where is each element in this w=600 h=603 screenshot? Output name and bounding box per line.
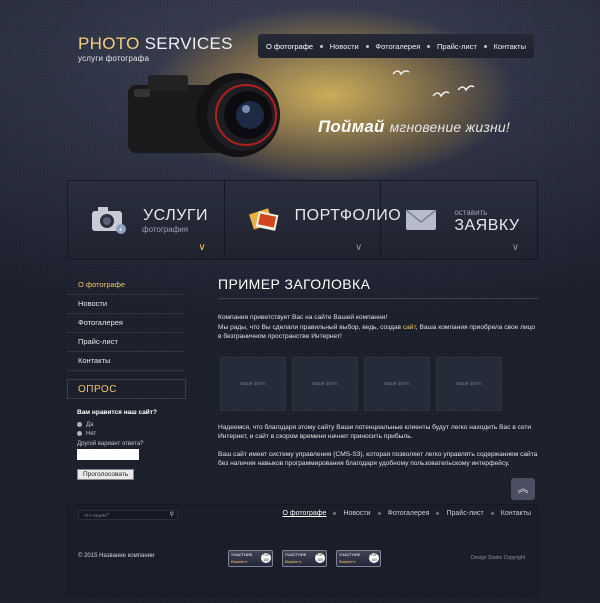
sidebar-item-about[interactable]: О фотографе xyxy=(67,276,185,295)
footer-item-news[interactable]: Новости xyxy=(343,510,370,517)
service-subtitle: фотография xyxy=(142,225,189,234)
copyright-text: © 2015 Название компании xyxy=(78,553,155,559)
search-input[interactable] xyxy=(79,511,166,521)
nav-separator xyxy=(427,44,431,48)
search-icon[interactable]: ⚲ xyxy=(170,511,174,518)
chevron-down-icon: ∨ xyxy=(511,242,520,253)
title-divider xyxy=(218,298,538,299)
chevron-up-icon: ︽ xyxy=(517,483,529,495)
design-studio-credit[interactable]: Design Studio Copyright xyxy=(471,555,525,561)
service-block-request[interactable]: оставить ЗАЯВКУ ∨ xyxy=(381,181,537,259)
site-logo[interactable]: PHOTO SERVICES услуги фотографа xyxy=(78,34,233,63)
logo-title: PHOTO SERVICES xyxy=(78,34,233,53)
poll-option-no[interactable]: Нет xyxy=(77,429,186,438)
service-title: ЗАЯВКУ xyxy=(454,217,520,234)
service-block-portfolio[interactable]: ПОРТФОЛИО ∨ xyxy=(225,181,401,259)
body-paragraph: Надеемся, что благодаря этому сайту Ваши… xyxy=(218,423,532,441)
intro-paragraph: Компания приветствует Вас на сайте Вашей… xyxy=(218,314,536,340)
footer-item-prices[interactable]: Прайс-лист xyxy=(446,510,483,517)
services-bar: + УСЛУГИ фотография ∨ ПОРТФОЛИО ∨ остави… xyxy=(67,180,538,260)
nav-separator xyxy=(333,512,337,515)
footer-item-contacts[interactable]: Контакты xyxy=(501,510,531,517)
poll-other-label: Другой вариант ответа? xyxy=(77,441,144,447)
poll-widget: ОПРОС Вам нравится наш сайт? Да Нет Друг… xyxy=(67,379,186,487)
counter-badge[interactable]: УЧАСТНИК Baabler's TOP 100 xyxy=(228,550,273,567)
footer-item-about[interactable]: О фотографе xyxy=(283,510,327,517)
photo-thumbnail[interactable]: ваше фото xyxy=(436,356,502,411)
camera-illustration xyxy=(128,73,280,157)
topnav-item-about[interactable]: О фотографе xyxy=(266,42,313,51)
poll-option-yes[interactable]: Да xyxy=(77,420,186,429)
service-pre: оставить xyxy=(454,208,488,217)
photo-thumbnails: ваше фото ваше фото ваше фото ваше фото xyxy=(220,356,538,411)
photos-icon xyxy=(248,208,279,231)
poll-other-input[interactable] xyxy=(77,449,139,460)
scroll-to-top-button[interactable]: ︽ xyxy=(511,478,535,500)
birds-illustration xyxy=(392,70,475,98)
page-title: ПРИМЕР ЗАГОЛОВКА xyxy=(218,276,371,292)
sidebar-item-prices[interactable]: Прайс-лист xyxy=(67,333,185,352)
nav-separator xyxy=(436,512,440,515)
sidebar-item-gallery[interactable]: Фотогалерея xyxy=(67,314,185,333)
logo-subtitle: услуги фотографа xyxy=(78,54,150,63)
poll-question: Вам нравится наш сайт? xyxy=(77,409,157,416)
counter-badges: УЧАСТНИК Baabler's TOP 100 УЧАСТНИК Baabler… xyxy=(228,550,381,567)
photo-thumbnail[interactable]: ваше фото xyxy=(364,356,430,411)
sidebar-item-contacts[interactable]: Контакты xyxy=(67,352,185,371)
service-block-services[interactable]: + УСЛУГИ фотография ∨ xyxy=(68,181,225,259)
topnav-item-contacts[interactable]: Контакты xyxy=(494,42,526,51)
svg-text:+: + xyxy=(119,227,123,234)
footer-navigation: О фотографе Новости Фотогалерея Прайс-ли… xyxy=(283,510,531,517)
camera-icon: + xyxy=(92,207,126,234)
topnav-item-news[interactable]: Новости xyxy=(330,42,359,51)
footer-item-gallery[interactable]: Фотогалерея xyxy=(388,510,430,517)
topnav-item-prices[interactable]: Прайс-лист xyxy=(437,42,477,51)
top-navigation: О фотографе Новости Фотогалерея Прайс-ли… xyxy=(258,34,534,58)
main-content: ПРИМЕР ЗАГОЛОВКА Компания приветствует В… xyxy=(218,276,538,469)
poll-heading: ОПРОС xyxy=(67,379,186,399)
topnav-item-gallery[interactable]: Фотогалерея xyxy=(375,42,420,51)
radio-button[interactable] xyxy=(77,422,82,427)
search-box: ⚲ xyxy=(78,510,178,521)
chevron-down-icon: ∨ xyxy=(198,242,206,253)
service-title: УСЛУГИ xyxy=(143,207,209,224)
nav-separator xyxy=(365,44,369,48)
counter-badge[interactable]: УЧАСТНИК Baabler's TOP 100 xyxy=(336,550,381,567)
nav-separator xyxy=(490,512,494,515)
counter-badge[interactable]: УЧАСТНИК Baabler's TOP 100 xyxy=(282,550,327,567)
sidebar-item-news[interactable]: Новости xyxy=(67,295,185,314)
photo-thumbnail[interactable]: ваше фото xyxy=(220,356,286,411)
chevron-down-icon: ∨ xyxy=(355,242,363,253)
nav-separator xyxy=(483,44,487,48)
footer: ⚲ О фотографе Новости Фотогалерея Прайс-… xyxy=(67,504,538,596)
slogan: Поймай мгновение жизни! xyxy=(318,117,511,136)
site-link[interactable]: сайт xyxy=(403,324,416,331)
body-paragraph: Ваш сайт имеет систему управления (CMS-S… xyxy=(218,450,538,468)
poll-submit-button[interactable]: Проголосовать xyxy=(77,469,135,480)
radio-button[interactable] xyxy=(77,431,82,436)
sidebar-navigation: О фотографе Новости Фотогалерея Прайс-ли… xyxy=(67,276,185,371)
envelope-icon xyxy=(405,209,437,230)
nav-separator xyxy=(319,44,323,48)
nav-separator xyxy=(377,512,381,515)
photo-thumbnail[interactable]: ваше фото xyxy=(292,356,358,411)
